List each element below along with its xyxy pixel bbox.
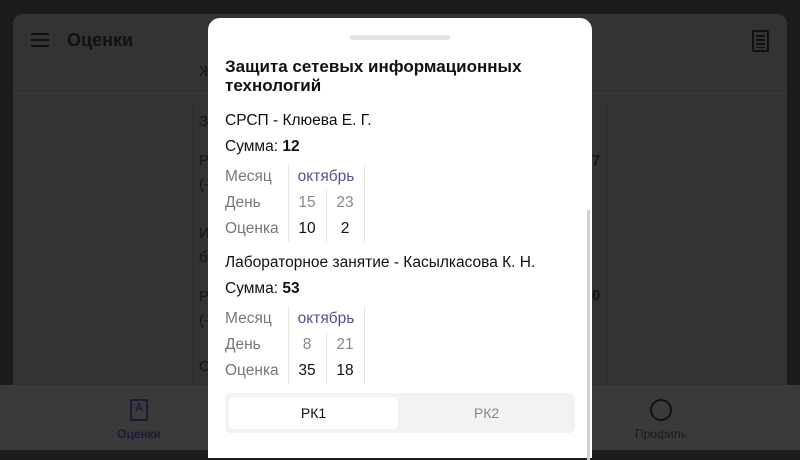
rk-segmented-control: РК1 РК2	[225, 393, 575, 433]
nav-grades-label: Оценки	[116, 427, 161, 441]
section-sum: Сумма: 12	[225, 138, 300, 155]
drag-handle[interactable]	[350, 35, 450, 40]
nav-profile[interactable]: Профиль	[621, 399, 701, 441]
sum-value: 12	[282, 138, 300, 155]
page-title: Оценки	[67, 30, 134, 50]
tab-rk2[interactable]: РК2	[402, 397, 571, 429]
grade-value: 18	[326, 358, 365, 384]
month-value: октябрь	[288, 306, 365, 332]
month-label: Месяц	[225, 164, 289, 190]
grade-label: Оценка	[225, 216, 289, 242]
month-label: Месяц	[225, 306, 289, 332]
nav-grades[interactable]: A Оценки	[99, 399, 179, 441]
bg-text: б	[199, 249, 208, 266]
month-value: октябрь	[288, 164, 365, 190]
tab-rk1[interactable]: РК1	[229, 397, 398, 429]
day-label: День	[225, 190, 289, 216]
subject-grades-sheet: Защита сетевых информационных технологий…	[208, 18, 592, 460]
profile-icon	[650, 399, 672, 421]
day-value: 21	[326, 332, 365, 358]
day-value: 23	[326, 190, 365, 216]
scrollbar[interactable]	[587, 210, 590, 460]
grades-table: Месяц октябрь День 15 23 Оценка 10 2	[225, 164, 365, 242]
subject-title: Защита сетевых информационных технологий	[225, 57, 522, 95]
grade-value: 35	[288, 358, 327, 384]
menu-icon[interactable]	[31, 33, 49, 47]
section-name: СРСП - Клюева Е. Г.	[225, 112, 372, 129]
bg-text: 7	[592, 152, 601, 169]
section-name: Лабораторное занятие - Касылкасова К. Н.	[225, 254, 536, 271]
section-sum: Сумма: 53	[225, 280, 300, 297]
nav-profile-label: Профиль	[635, 427, 687, 441]
grade-section: Лабораторное занятие - Касылкасова К. Н.…	[225, 254, 535, 384]
bg-text: 0	[592, 287, 601, 304]
bg-text: З	[199, 113, 209, 130]
grades-table: Месяц октябрь День 8 21 Оценка 35 18	[225, 306, 365, 384]
grade-value: 10	[288, 216, 327, 242]
sum-value: 53	[282, 280, 300, 297]
grade-value: 2	[326, 216, 365, 242]
day-value: 8	[288, 332, 327, 358]
calculator-icon[interactable]	[752, 30, 769, 52]
grade-section: СРСП - Клюева Е. Г. Сумма: 12 Месяц октяб…	[225, 112, 372, 242]
grades-icon: A	[130, 399, 148, 421]
day-value: 15	[288, 190, 327, 216]
grade-label: Оценка	[225, 358, 289, 384]
day-label: День	[225, 332, 289, 358]
